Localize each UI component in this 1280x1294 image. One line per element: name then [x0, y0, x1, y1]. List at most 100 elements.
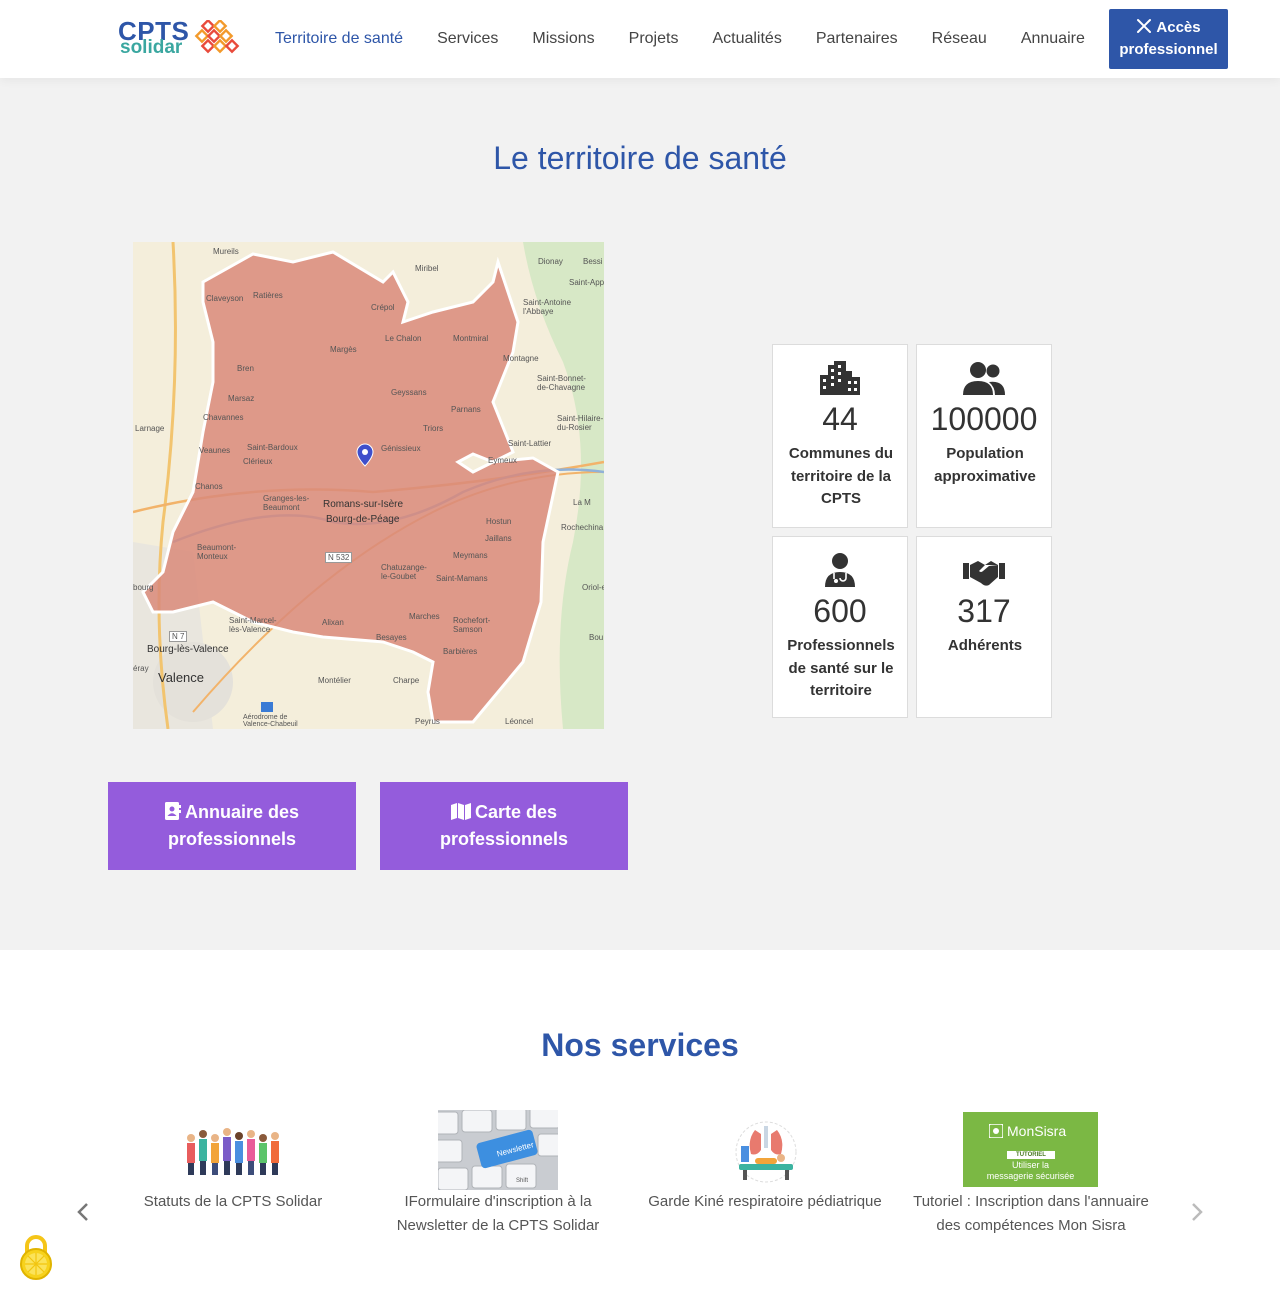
acces-label-line2: professionnel [1119, 41, 1218, 58]
stat-label: Population approximative [934, 445, 1036, 485]
territoire-section: Le territoire de santé Mureils Miribel D… [0, 78, 1280, 950]
services-title: Nos services [541, 1027, 739, 1063]
map-label: Saint-Antoine l'Abbaye [523, 298, 572, 316]
nav-item-partenaires[interactable]: Partenaires [799, 30, 915, 48]
tools-icon [1137, 19, 1152, 33]
map-label: Léoncel [505, 717, 534, 726]
service-caption: IFormulaire d'inscription à la Newslette… [396, 1193, 600, 1234]
stat-label: Communes du territoire de la CPTS [788, 445, 894, 507]
map-label: Marsaz [228, 394, 255, 403]
territory-map[interactable]: Mureils Miribel Dionay Bessi Saint-App C… [133, 242, 604, 729]
map-label: Rochefort- Samson [453, 616, 491, 634]
monsisra-title: MonSisra [1007, 1123, 1067, 1139]
map-label: Ratières [253, 291, 283, 300]
map-label: N 7 [169, 631, 188, 642]
users-icon [917, 361, 1051, 395]
map-label: Veaunes [199, 446, 231, 455]
carousel-next-arrow[interactable] [1187, 1198, 1207, 1226]
map-label: Saint-Lattier [508, 439, 552, 448]
map-label: Miribel [415, 264, 439, 273]
map-label-valence: Valence [158, 670, 205, 685]
map-label: Margès [330, 345, 357, 354]
crowd-illustration [187, 1128, 279, 1175]
map-label: Triors [423, 424, 444, 433]
map-label: Larnage [135, 424, 165, 433]
map-label: La M [573, 498, 591, 507]
nav-item-territoire[interactable]: Territoire de santé [258, 30, 420, 48]
map-label: Peyrus [415, 717, 440, 726]
carousel-prev-arrow[interactable] [73, 1198, 93, 1226]
annuaire-label-line2: professionnels [167, 829, 297, 849]
newsletter-keyboard-image: Newsletter Shift [438, 1110, 558, 1190]
stat-value: 44 [822, 401, 858, 437]
map-label: Crépol [371, 303, 395, 312]
logo-text-solidar: solidar [120, 37, 183, 58]
lemon-lock-icon [20, 1235, 52, 1280]
map-label: Mureils [213, 247, 239, 256]
map-label: Geyssans [391, 388, 427, 397]
map-label-romans: Romans-sur-Isère [323, 499, 404, 510]
map-label: Beaumont- Monteux [197, 543, 237, 561]
tutorial-line2: messagerie sécurisée [986, 1171, 1075, 1181]
map-label: Saint-App [569, 278, 604, 287]
map-icon [450, 803, 471, 820]
map-label: N 532 [325, 552, 353, 563]
stat-value: 100000 [930, 401, 1038, 437]
nav-item-reseau[interactable]: Réseau [915, 30, 1004, 48]
nav-item-services[interactable]: Services [420, 30, 515, 48]
stat-label: Professionnels de santé sur le territoir… [787, 637, 895, 699]
address-book-icon [164, 802, 181, 820]
map-label: Le Chalon [385, 334, 422, 343]
map-label: Bourg-lès-Valence [147, 644, 229, 655]
nav-item-missions[interactable]: Missions [515, 30, 611, 48]
nav-item-annuaire[interactable]: Annuaire [1004, 30, 1102, 48]
handshake-icon [917, 553, 1051, 587]
doctor-icon [773, 553, 907, 587]
nav-item-projets[interactable]: Projets [612, 30, 696, 48]
stat-card-professionnels: 600 Professionnels de santé sur le terri… [772, 536, 908, 718]
map-label: Bessi [583, 257, 603, 266]
map-label: Granges-les- Beaumont [263, 494, 310, 512]
map-label: Chavannes [203, 413, 244, 422]
map-label-bourg-de-peage: Bourg-de-Péage [326, 514, 400, 525]
map-label: Bren [237, 364, 254, 373]
map-label: Rochechina [561, 523, 604, 532]
stat-card-population: 100000 Population approximative [916, 344, 1052, 528]
map-label: Aérodrome de Valence-Chabeuil [243, 714, 298, 728]
map-label: Chatuzange- le-Goubet [381, 563, 427, 581]
map-label: Parnans [451, 405, 481, 414]
map-label: Hostun [486, 517, 512, 526]
map-label: Oriol-e [582, 583, 604, 592]
site-header: CPTS solidar Territoire de santé Service… [0, 0, 1280, 78]
city-icon [773, 361, 907, 395]
stat-card-adherents: 317 Adhérents [916, 536, 1052, 718]
map-label: Claveyson [206, 294, 244, 303]
annuaire-professionnels-button[interactable]: Annuaire des professionnels [108, 782, 356, 870]
map-label: Chanos [195, 482, 223, 491]
cookie-consent-badge[interactable] [16, 1232, 56, 1282]
carte-professionnels-button[interactable]: Carte des professionnels [380, 782, 628, 870]
map-label: Eymeux [488, 456, 517, 465]
map-label: Barbières [443, 647, 478, 656]
map-label: Bou [589, 633, 604, 642]
carte-label-line1: Carte des [474, 802, 558, 822]
main-nav: Territoire de santé Services Missions Pr… [258, 0, 1102, 78]
stat-value: 317 [957, 593, 1011, 629]
map-label: Alixan [322, 618, 344, 627]
map-label: Saint-Bonnet- de-Chavagne [537, 374, 586, 392]
map-label: Charpe [393, 676, 420, 685]
nav-item-actualites[interactable]: Actualités [695, 30, 798, 48]
service-caption: Tutoriel : Inscription dans l'annuaire d… [913, 1193, 1149, 1234]
shift-key-label: Shift [516, 1178, 528, 1184]
map-label: Saint-Marcel- lès-Valence [229, 616, 277, 634]
chevron-right-icon [1192, 1203, 1203, 1221]
acces-professionnel-button[interactable]: Accès professionnel [1109, 9, 1228, 69]
map-label: Génissieux [381, 444, 421, 453]
cpts-solidar-logo[interactable]: CPTS solidar [118, 18, 248, 60]
chevron-left-icon [77, 1203, 88, 1221]
map-label: Montagne [503, 354, 539, 363]
map-label: Saint-Hilaire- du-Rosier [557, 414, 604, 432]
annuaire-label-line1: Annuaire des [184, 802, 300, 822]
map-label: Clérieux [243, 457, 273, 466]
kine-illustration [735, 1121, 797, 1183]
